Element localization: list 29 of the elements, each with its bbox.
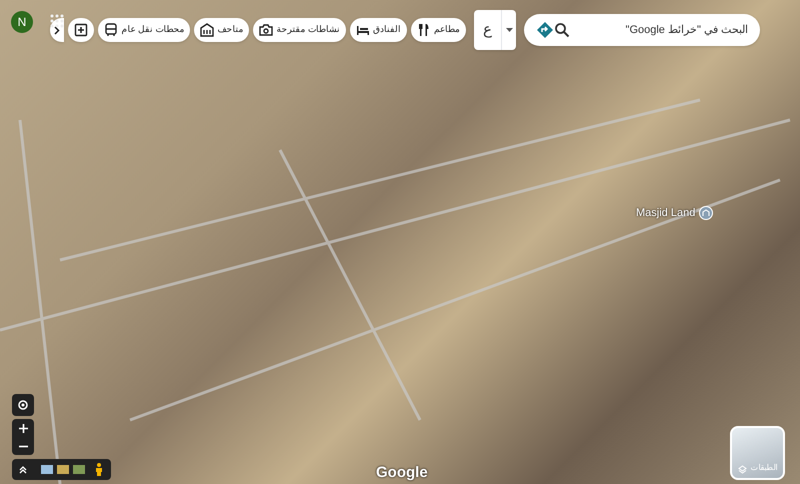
- fork-knife-icon: [417, 23, 431, 37]
- category-chip[interactable]: نشاطات مقترحة: [253, 18, 346, 42]
- map-thumbnail[interactable]: [41, 465, 53, 474]
- person-icon[interactable]: [95, 463, 103, 476]
- category-chip[interactable]: مطاعم: [411, 18, 466, 42]
- category-chip[interactable]: الفنادق: [350, 18, 407, 42]
- bus-icon: [104, 23, 118, 37]
- my-location-button[interactable]: [12, 394, 34, 416]
- search-field[interactable]: البحث في "خرائط Google": [524, 14, 760, 46]
- place-label: Masjid Land: [636, 206, 696, 221]
- satellite-map-image[interactable]: [0, 0, 800, 484]
- category-chip[interactable]: محطات نقل عام: [98, 18, 190, 42]
- plus-icon: [18, 424, 28, 432]
- search-icon[interactable]: [554, 22, 570, 38]
- cross-icon: [74, 23, 88, 37]
- directions-icon[interactable]: [536, 21, 554, 39]
- bed-icon: [356, 23, 370, 37]
- layers-icon: [738, 465, 746, 474]
- category-chip[interactable]: متاحف: [194, 18, 250, 42]
- caret-icon: [506, 28, 512, 32]
- satellite-thumbnail[interactable]: [73, 465, 85, 474]
- terrain-thumbnail[interactable]: [57, 465, 69, 474]
- camera-icon: [259, 23, 274, 37]
- double-chevron-icon[interactable]: [19, 466, 27, 474]
- chevron-icon: [54, 26, 60, 34]
- building-icon: [200, 23, 214, 37]
- search-input[interactable]: البحث في "خرائط Google": [582, 22, 748, 38]
- google-logo: Google: [376, 463, 428, 483]
- crosshair-icon: [17, 399, 29, 411]
